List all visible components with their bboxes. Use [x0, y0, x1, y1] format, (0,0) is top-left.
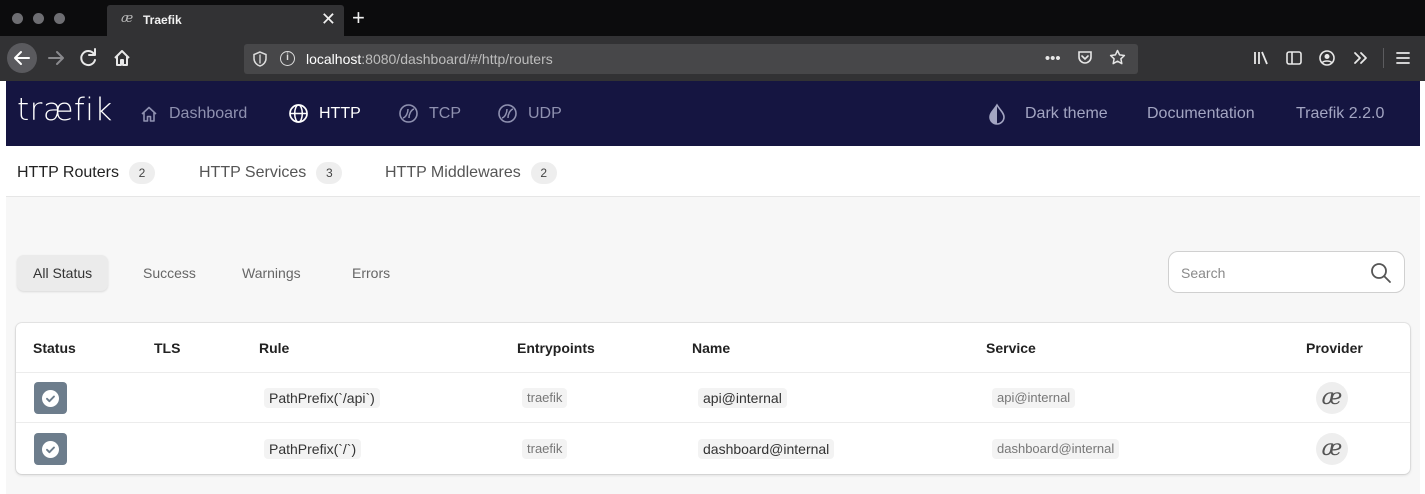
- window-close-dot[interactable]: [12, 13, 23, 24]
- count-badge: 2: [530, 162, 557, 184]
- service-chip: api@internal: [992, 388, 1076, 408]
- nav-tcp-label: TCP: [429, 104, 461, 122]
- browser-toolbar: i localhost:8080/dashboard/#/http/router…: [0, 36, 1425, 81]
- app-header: træfik Dashboard HTTP TCP UDP Dark theme…: [6, 81, 1420, 146]
- tab-http-middlewares-label: HTTP Middlewares: [385, 164, 521, 181]
- filter-warnings[interactable]: Warnings: [226, 255, 317, 291]
- filter-success[interactable]: Success: [127, 255, 212, 291]
- shield-icon[interactable]: [253, 51, 267, 67]
- overflow-icon[interactable]: [1349, 48, 1371, 74]
- url-actions: •••: [1033, 49, 1126, 67]
- window-minimize-dot[interactable]: [33, 13, 44, 24]
- router-name-chip: api@internal: [698, 388, 787, 408]
- back-arrow-icon[interactable]: [7, 43, 37, 73]
- count-badge: 3: [316, 162, 343, 184]
- documentation-link[interactable]: Documentation: [1147, 81, 1255, 146]
- nav-http-label: HTTP: [319, 104, 361, 122]
- filter-errors[interactable]: Errors: [336, 255, 406, 291]
- status-success-badge: [34, 382, 67, 414]
- globe-icon: [289, 104, 308, 123]
- new-tab-icon[interactable]: +: [352, 5, 365, 31]
- router-name-chip: dashboard@internal: [698, 439, 835, 459]
- tab-http-services-label: HTTP Services: [199, 164, 307, 181]
- account-icon[interactable]: [1316, 48, 1338, 74]
- browser-tab-title: Traefik: [143, 13, 182, 27]
- forward-arrow-icon[interactable]: [41, 43, 71, 73]
- udp-icon: [498, 104, 517, 123]
- more-icon[interactable]: •••: [1045, 50, 1061, 67]
- rule-chip: PathPrefix(`/api`): [264, 388, 380, 408]
- nav-tcp[interactable]: TCP: [398, 81, 461, 146]
- entrypoint-chip: traefik: [522, 388, 568, 408]
- search-box: [1168, 251, 1405, 293]
- traefik-logo[interactable]: træfik: [17, 92, 113, 128]
- table-row[interactable]: PathPrefix(`/`) traefik dashboard@intern…: [16, 424, 1410, 474]
- status-success-badge: [34, 433, 67, 465]
- traefik-favicon-icon: æ: [121, 11, 134, 26]
- column-header-tls[interactable]: TLS: [154, 340, 180, 356]
- table-row[interactable]: PathPrefix(`/api`) traefik api@internal …: [16, 373, 1410, 423]
- routers-table: Status TLS Rule Entrypoints Name Service…: [16, 323, 1410, 474]
- service-chip: dashboard@internal: [992, 439, 1120, 459]
- close-tab-icon[interactable]: ✕: [321, 9, 336, 29]
- url-path: :8080/dashboard/#/http/routers: [361, 51, 553, 67]
- window-zoom-dot[interactable]: [54, 13, 65, 24]
- traefik-provider-icon: æ: [1316, 382, 1348, 414]
- section-tabs: HTTP Routers 2 HTTP Services 3 HTTP Midd…: [6, 146, 1420, 197]
- filter-all-status[interactable]: All Status: [17, 255, 109, 291]
- column-header-status[interactable]: Status: [33, 340, 76, 356]
- tab-http-routers-label: HTTP Routers: [17, 164, 119, 181]
- tcp-icon: [399, 104, 418, 123]
- table-header: Status TLS Rule Entrypoints Name Service…: [16, 323, 1410, 373]
- pocket-icon[interactable]: [1077, 50, 1093, 67]
- search-input[interactable]: [1181, 262, 1361, 284]
- checkmark-icon: [42, 390, 59, 407]
- library-icon[interactable]: [1250, 48, 1272, 74]
- tab-http-services[interactable]: HTTP Services 3: [199, 162, 343, 184]
- checkmark-icon: [42, 441, 59, 458]
- home-icon: [141, 106, 157, 122]
- column-header-service[interactable]: Service: [986, 340, 1036, 356]
- tab-http-middlewares[interactable]: HTTP Middlewares 2: [385, 162, 557, 184]
- info-icon[interactable]: i: [280, 51, 295, 66]
- sidebar-icon[interactable]: [1283, 48, 1305, 74]
- rule-chip: PathPrefix(`/`): [264, 439, 362, 459]
- nav-udp[interactable]: UDP: [497, 81, 562, 146]
- nav-dashboard-label: Dashboard: [169, 104, 248, 122]
- version-text: Traefik 2.2.0: [1296, 104, 1385, 122]
- search-icon[interactable]: [1370, 262, 1392, 284]
- count-badge: 2: [128, 162, 155, 184]
- bookmark-star-icon[interactable]: [1109, 49, 1126, 67]
- contrast-drop-icon: [989, 102, 1005, 125]
- dark-theme-label: Dark theme: [1025, 104, 1108, 122]
- nav-udp-label: UDP: [528, 104, 562, 122]
- routers-content: All Status Success Warnings Errors Statu…: [6, 197, 1420, 494]
- nav-dashboard[interactable]: Dashboard: [139, 81, 247, 146]
- dark-theme-toggle[interactable]: Dark theme: [987, 81, 1108, 146]
- entrypoint-chip: traefik: [522, 439, 568, 459]
- address-bar[interactable]: i localhost:8080/dashboard/#/http/router…: [244, 44, 1138, 74]
- reload-icon[interactable]: [74, 43, 104, 73]
- url-host: localhost: [306, 51, 362, 67]
- url-text[interactable]: localhost:8080/dashboard/#/http/routers: [306, 51, 553, 67]
- column-header-name[interactable]: Name: [692, 340, 730, 356]
- toolbar-divider: [1383, 48, 1384, 68]
- column-header-rule[interactable]: Rule: [259, 340, 289, 356]
- hamburger-menu-icon[interactable]: [1392, 48, 1414, 74]
- browser-tab-strip: æ Traefik ✕ +: [0, 0, 1425, 36]
- traefik-provider-icon: æ: [1316, 433, 1348, 465]
- column-header-entrypoints[interactable]: Entrypoints: [517, 340, 595, 356]
- nav-http[interactable]: HTTP: [288, 81, 361, 146]
- tab-http-routers[interactable]: HTTP Routers 2: [17, 162, 155, 184]
- documentation-label: Documentation: [1147, 104, 1255, 122]
- version-label: Traefik 2.2.0: [1296, 81, 1384, 146]
- home-icon[interactable]: [107, 43, 137, 73]
- browser-tab[interactable]: æ Traefik ✕: [107, 5, 344, 36]
- column-header-provider[interactable]: Provider: [1306, 340, 1363, 356]
